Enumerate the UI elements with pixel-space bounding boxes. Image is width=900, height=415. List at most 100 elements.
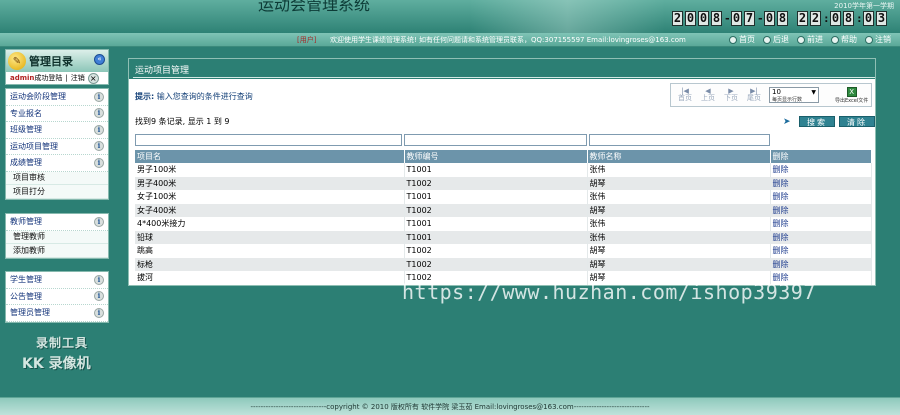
sidebar-subitem-add-teacher[interactable]: 添加教师 — [6, 244, 108, 258]
clock-separator — [790, 11, 795, 26]
sidebar-item-events[interactable]: 运动项目管理 i — [6, 139, 108, 155]
column-header-event[interactable]: 项目名 — [135, 150, 405, 163]
cell-teacher-id: T1001 — [404, 230, 588, 244]
sidebar-item-teacher[interactable]: 教师管理 i — [6, 214, 108, 231]
filter-row — [135, 134, 872, 148]
next-page-button[interactable]: ▶ 下页 — [721, 87, 741, 103]
clock-digit: 0 — [698, 11, 709, 26]
delete-link[interactable]: 删除 — [770, 257, 872, 271]
prev-page-button[interactable]: ◀ 上页 — [698, 87, 718, 103]
sidebar-group-admin: 学生管理 i 公告管理 i 管理员管理 i — [5, 271, 109, 323]
page-size-caption: 每页显示行数 — [772, 97, 803, 103]
delete-link[interactable]: 删除 — [770, 217, 872, 231]
delete-link[interactable]: 删除 — [770, 163, 872, 177]
tip-text: 提示: 输入您查询的条件进行查询 — [135, 92, 253, 101]
cell-teacher-name: 胡琴 — [587, 257, 771, 271]
sidebar-subitem-review[interactable]: 项目审核 — [6, 171, 108, 185]
sidebar-item-class[interactable]: 班级管理 i — [6, 122, 108, 139]
table-header-row: 项目名 教师编号 教师名称 删除 — [135, 150, 872, 163]
table-body: 男子100米 T1001 张伟 删除 男子400米 T1002 胡琴 删除 女子100米 T100… — [135, 163, 872, 285]
info-icon[interactable]: i — [94, 216, 104, 227]
delete-link[interactable]: 删除 — [770, 176, 872, 190]
login-username: admin — [10, 74, 35, 82]
filter-input-event[interactable] — [135, 134, 402, 146]
top-link-home[interactable]: 首页 — [729, 34, 755, 45]
export-excel-button[interactable]: X 导出Excel文件 — [835, 86, 868, 104]
cell-event: 跳高 — [135, 244, 405, 258]
delete-link[interactable]: 删除 — [770, 230, 872, 244]
sidebar-subitem-manage-teacher[interactable]: 管理教师 — [6, 230, 108, 244]
clock-digit: 0 — [830, 11, 841, 26]
events-table: 项目名 教师编号 教师名称 删除 男子100米 T1001 张伟 删除 男子400米 T1… — [135, 150, 872, 285]
delete-link[interactable]: 删除 — [770, 203, 872, 217]
top-link-back[interactable]: 后退 — [763, 34, 789, 45]
sidebar-subitem-grading[interactable]: 项目打分 — [6, 185, 108, 199]
clock-digit: 0 — [731, 11, 742, 26]
clear-button[interactable]: 清除 — [839, 116, 875, 127]
search-arrow-icon: ➤ — [783, 116, 791, 127]
logout-link[interactable]: 注销 — [71, 73, 85, 83]
clock-separator: : — [856, 12, 863, 25]
info-icon[interactable]: i — [94, 291, 104, 302]
sidebar-item-sports-stage[interactable]: 运动会阶段管理 i — [6, 89, 108, 106]
info-icon[interactable]: i — [94, 108, 104, 119]
sidebar-item-students[interactable]: 学生管理 i — [6, 272, 108, 289]
cell-event: 女子400米 — [135, 203, 405, 217]
info-icon[interactable]: i — [94, 157, 104, 168]
cell-event: 女子100米 — [135, 190, 405, 204]
home-icon — [729, 35, 737, 44]
cell-teacher-id: T1002 — [404, 176, 588, 190]
column-header-teacher-id[interactable]: 教师编号 — [404, 150, 588, 163]
user-label: [用户] — [297, 36, 317, 44]
clock-digit: 2 — [797, 11, 808, 26]
clock-digit: 8 — [777, 11, 788, 26]
filter-input-teacher-id[interactable] — [404, 134, 587, 146]
cell-teacher-name: 张伟 — [587, 190, 771, 204]
clock-digit: 2 — [810, 11, 821, 26]
collapse-icon[interactable]: « — [94, 54, 105, 65]
cell-teacher-name: 胡琴 — [587, 176, 771, 190]
help-icon — [831, 35, 839, 44]
sidebar-item-admins[interactable]: 管理员管理 i — [6, 305, 108, 322]
cell-event: 标枪 — [135, 257, 405, 271]
cell-event: 拔河 — [135, 271, 405, 285]
column-header-delete: 删除 — [770, 150, 872, 163]
top-link-logout[interactable]: 注销 — [865, 34, 891, 45]
first-page-button[interactable]: |◀ 首页 — [675, 87, 695, 103]
clock-digit: 0 — [764, 11, 775, 26]
pager-toolbar: |◀ 首页 ◀ 上页 ▶ 下页 ▶| 尾页 10 ▼ 每页显示行数 X 导出Excel文… — [670, 83, 872, 107]
info-icon[interactable]: i — [94, 141, 104, 152]
top-link-help[interactable]: 帮助 — [831, 34, 857, 45]
clock-digit: 3 — [876, 11, 887, 26]
cell-teacher-id: T1001 — [404, 163, 588, 177]
cell-teacher-id: T1001 — [404, 190, 588, 204]
delete-link[interactable]: 删除 — [770, 244, 872, 258]
table-row: 男子400米 T1002 胡琴 删除 — [135, 176, 872, 190]
search-button[interactable]: 搜索 — [799, 116, 835, 127]
logout-close-icon[interactable]: × — [87, 72, 99, 84]
info-icon[interactable]: i — [94, 307, 104, 318]
column-header-teacher-name[interactable]: 教师名称 — [587, 150, 771, 163]
url-watermark: https://www.huzhan.com/ishop39397 — [402, 280, 816, 304]
excel-icon: X — [846, 86, 857, 97]
last-page-button[interactable]: ▶| 尾页 — [744, 87, 764, 103]
sidebar-item-scores[interactable]: 成绩管理 i — [6, 155, 108, 172]
sidebar-item-notices[interactable]: 公告管理 i — [6, 289, 108, 305]
cell-event: 4*400米接力 — [135, 217, 405, 231]
system-title: 运动会管理系统 — [258, 0, 371, 14]
semester-label: 2010学年第一学期 — [834, 2, 894, 10]
page-size-select[interactable]: 10 ▼ 每页显示行数 — [769, 87, 819, 103]
info-icon[interactable]: i — [94, 91, 104, 102]
filter-input-teacher-name[interactable] — [589, 134, 770, 146]
panel-title: 运动项目管理 — [135, 65, 190, 76]
sidebar-group-teacher: 教师管理 i 管理教师 添加教师 — [5, 213, 109, 259]
top-link-forward[interactable]: 前进 — [797, 34, 823, 45]
delete-link[interactable]: 删除 — [770, 190, 872, 204]
info-icon[interactable]: i — [94, 124, 104, 135]
info-icon[interactable]: i — [94, 274, 104, 285]
cell-teacher-name: 胡琴 — [587, 244, 771, 258]
clock-separator: - — [757, 12, 764, 25]
sidebar-item-registration[interactable]: 专业报名 i — [6, 106, 108, 122]
cell-event: 男子400米 — [135, 176, 405, 190]
clock-digit: 2 — [672, 11, 683, 26]
